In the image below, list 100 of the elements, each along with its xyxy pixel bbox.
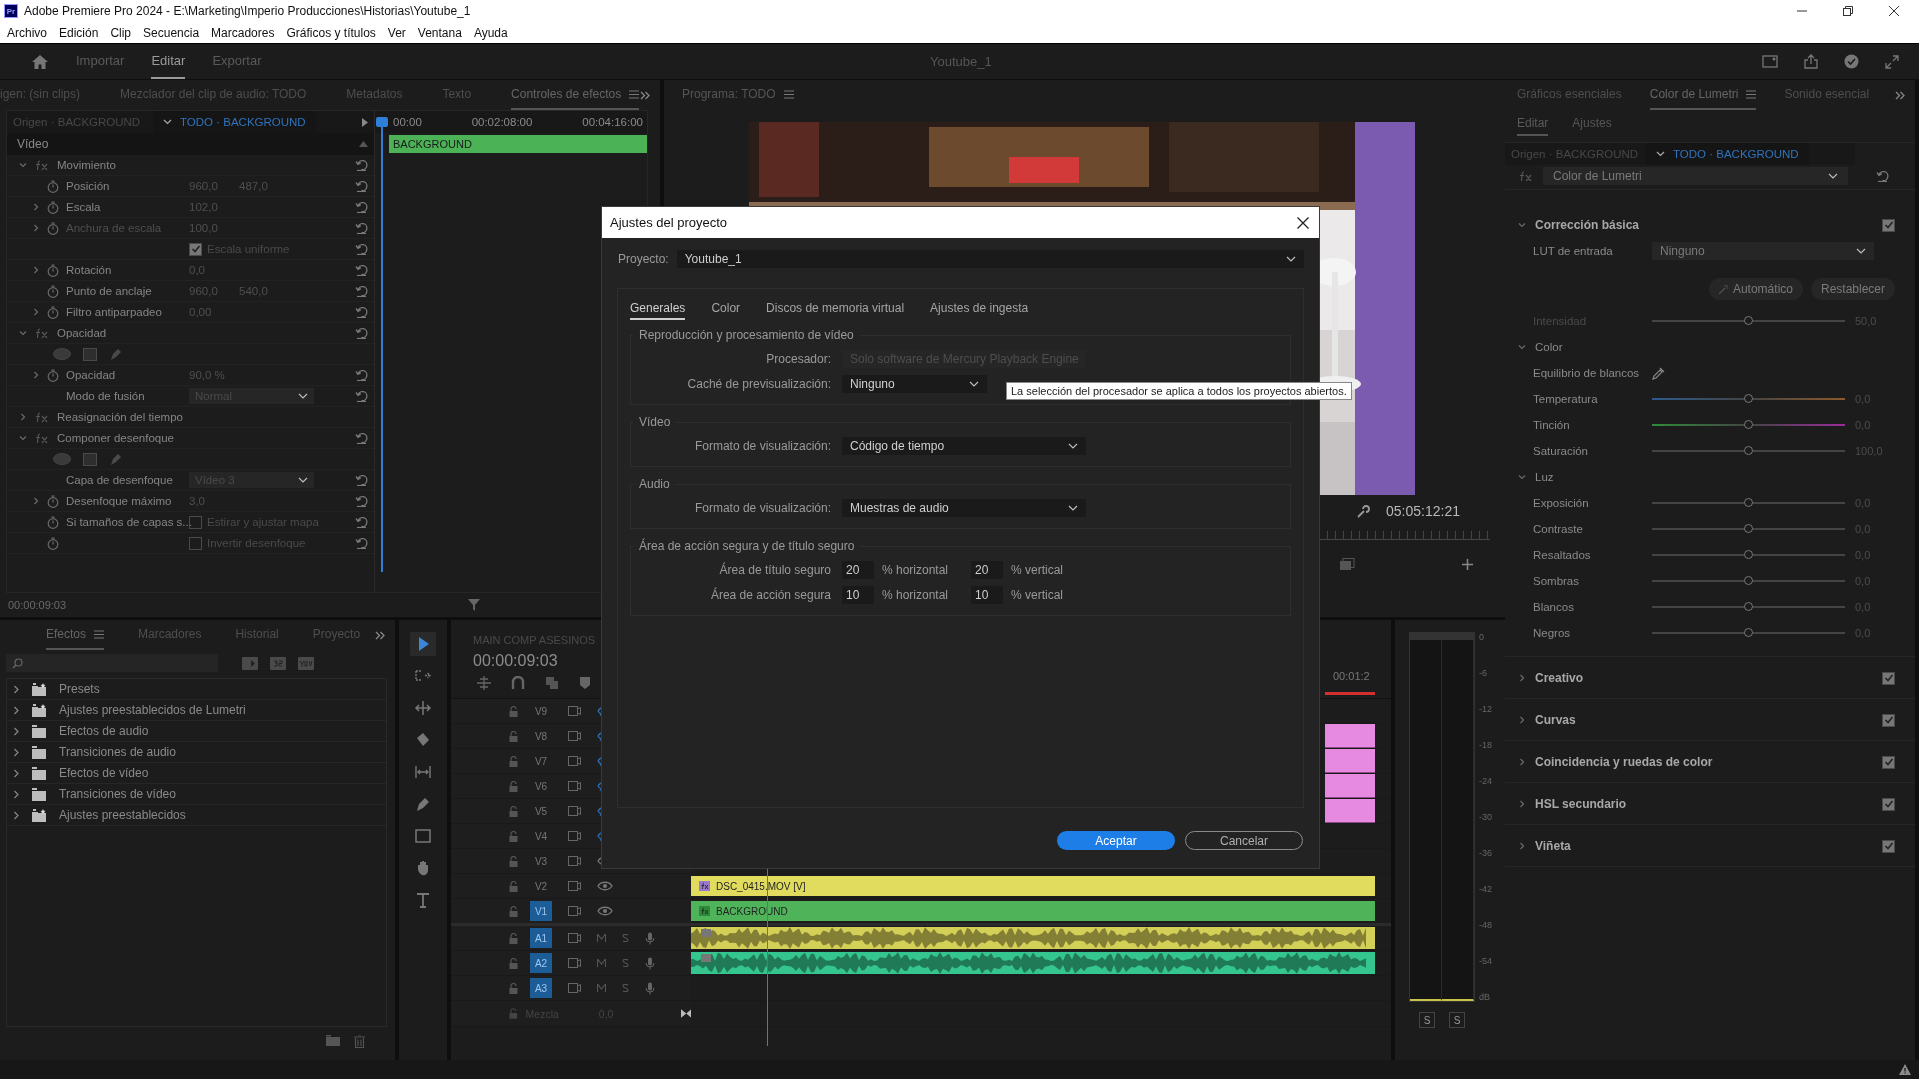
number-field[interactable]: 10 xyxy=(971,585,1003,604)
group-title[interactable]: Luz xyxy=(1535,471,1554,483)
menu-item[interactable]: Marcadores xyxy=(211,25,275,40)
sub-tab[interactable]: Ajustes xyxy=(1572,116,1612,136)
ruler-time: 00:01:2 xyxy=(1333,670,1370,682)
parameter-label: Posición xyxy=(66,180,111,192)
menu-item[interactable]: Archivo xyxy=(7,25,47,40)
solo-button[interactable]: S xyxy=(1449,1012,1465,1028)
track-target-button[interactable]: V3 xyxy=(530,851,552,871)
panel-tab[interactable]: Efectos xyxy=(46,620,105,650)
track-target-button[interactable]: V2 xyxy=(530,876,552,896)
track-target-button[interactable]: V4 xyxy=(530,826,552,846)
track-target-button[interactable]: V5 xyxy=(530,801,552,821)
field-label: Proyecto: xyxy=(618,252,669,266)
parameter-label: Rotación xyxy=(66,264,113,276)
workspace-tab[interactable]: Importar xyxy=(76,44,125,79)
menu-item[interactable]: Clip xyxy=(110,25,132,40)
section-title[interactable]: Corrección básica xyxy=(1535,218,1874,232)
tooltip: La selección del procesador se aplica a todos los proyectos abiertos. xyxy=(1006,382,1352,400)
effects-folder[interactable]: Efectos de vídeo xyxy=(7,763,386,784)
track-target-button[interactable]: V9 xyxy=(530,701,552,721)
parameter-label: Desenfoque máximo xyxy=(66,495,173,507)
menu-item[interactable]: Edición xyxy=(59,25,99,40)
effects-folder[interactable]: Ajustes preestablecidos de Lumetri xyxy=(7,700,386,721)
dialog-tab[interactable]: Ajustes de ingesta xyxy=(930,301,1029,320)
meter-scale-label: -30 xyxy=(1479,812,1492,822)
solo-button[interactable]: S xyxy=(1419,1012,1435,1028)
menu-item[interactable]: Ventana xyxy=(417,25,462,40)
dialog-title: Ajustes del proyecto xyxy=(610,215,728,230)
track-target-button[interactable]: V7 xyxy=(530,751,552,771)
number-field[interactable]: 20 xyxy=(842,560,874,579)
effects-folder[interactable]: Efectos de audio xyxy=(7,721,386,742)
effect-dropdown[interactable]: Color de Lumetri xyxy=(1543,167,1848,185)
panel-tab[interactable]: Programa: TODO xyxy=(682,80,794,110)
meter-scale-label: 0 xyxy=(1479,632,1485,642)
parameter-label: Opacidad xyxy=(66,369,117,381)
field-label: Equilibrio de blancos xyxy=(1533,367,1641,379)
track-target-button[interactable]: A3 xyxy=(530,978,552,998)
ruler-time: 00:02:08:00 xyxy=(471,116,533,128)
menu-item[interactable]: Ver xyxy=(387,25,406,40)
reset-button[interactable]: Restablecer xyxy=(1810,278,1895,300)
effect-name: Opacidad xyxy=(57,327,107,339)
meter-scale-label: -12 xyxy=(1479,704,1492,714)
slider-label: Exposición xyxy=(1533,497,1590,509)
meter-scale-label: -48 xyxy=(1479,920,1492,930)
clip[interactable]: BACKGROUND xyxy=(389,135,647,153)
dropdown[interactable]: Muestras de audio xyxy=(842,498,1086,517)
number-field[interactable]: 20 xyxy=(971,560,1003,579)
track-target-button[interactable]: A1 xyxy=(530,928,552,948)
field-label: Procesador: xyxy=(765,351,831,366)
track-target-button[interactable]: V8 xyxy=(530,726,552,746)
meter-scale-label: -24 xyxy=(1479,776,1492,786)
parameter-label: Escala xyxy=(66,201,102,213)
group-title: Reproducción y procesamiento de vídeo xyxy=(638,328,855,342)
dialog-tab[interactable]: Discos de memoria virtual xyxy=(766,301,905,320)
auto-button[interactable]: Automático xyxy=(1708,278,1803,300)
project-name: Youtube_1 xyxy=(930,54,992,69)
section-title[interactable]: HSL secundario xyxy=(1535,797,1874,811)
parameter-label: Modo de fusión xyxy=(66,390,146,402)
panel-tab[interactable]: Color de Lumetri xyxy=(1649,80,1757,110)
meter-scale-label: -6 xyxy=(1479,668,1488,678)
dropdown[interactable]: Ninguno xyxy=(842,374,987,393)
track-target-button[interactable]: V1 xyxy=(530,901,552,921)
menu-item[interactable]: Secuencia xyxy=(143,25,200,40)
group-title: Audio xyxy=(638,477,671,491)
timecode: 05:05:12:21 xyxy=(1386,503,1460,519)
dropdown[interactable]: Ninguno xyxy=(1652,242,1874,260)
slider-label: Saturación xyxy=(1533,445,1589,457)
effects-folder[interactable]: Transiciones de vídeo xyxy=(7,784,386,805)
dropdown[interactable]: Código de tiempo xyxy=(842,436,1086,455)
section-label: Vídeo xyxy=(17,137,49,151)
sub-tab[interactable]: Editar xyxy=(1517,116,1549,136)
menu-item[interactable]: Ayuda xyxy=(473,25,508,40)
meter-scale-label: -18 xyxy=(1479,740,1492,750)
dialog-tab[interactable]: Generales xyxy=(630,301,686,320)
group-title[interactable]: Color xyxy=(1535,341,1563,353)
field-label: Área de título seguro xyxy=(718,562,831,577)
parameter-label: Capa de desenfoque xyxy=(66,474,174,486)
section-title[interactable]: Viñeta xyxy=(1535,839,1874,853)
effect-name: Movimiento xyxy=(57,159,116,171)
ruler-time: 00:04:16:00 xyxy=(582,116,643,128)
effects-folder[interactable]: Presets xyxy=(7,679,386,700)
track-target-button[interactable]: V6 xyxy=(530,776,552,796)
effects-folder[interactable]: Ajustes preestablecidos xyxy=(7,805,386,826)
project-dropdown[interactable]: Youtube_1 xyxy=(676,250,1304,268)
section-title[interactable]: Creativo xyxy=(1535,671,1874,685)
accept-button[interactable]: Aceptar xyxy=(1057,831,1175,850)
group-title: Vídeo xyxy=(638,415,672,429)
section-title[interactable]: Coincidencia y ruedas de color xyxy=(1535,755,1874,769)
field-label: Formato de visualización: xyxy=(693,438,831,453)
track-target-button[interactable]: A2 xyxy=(530,953,552,973)
effects-folder[interactable]: Transiciones de audio xyxy=(7,742,386,763)
workspace-tab[interactable]: Exportar xyxy=(212,44,262,79)
number-field[interactable]: 10 xyxy=(842,585,874,604)
menu-item[interactable]: Gráficos y títulos xyxy=(286,25,376,40)
slider-label: Negros xyxy=(1533,627,1572,639)
section-title[interactable]: Curvas xyxy=(1535,713,1874,727)
field-label: Caché de previsualización: xyxy=(686,376,831,391)
meter-scale-label: -42 xyxy=(1479,884,1492,894)
dialog-tab[interactable]: Color xyxy=(711,301,741,320)
